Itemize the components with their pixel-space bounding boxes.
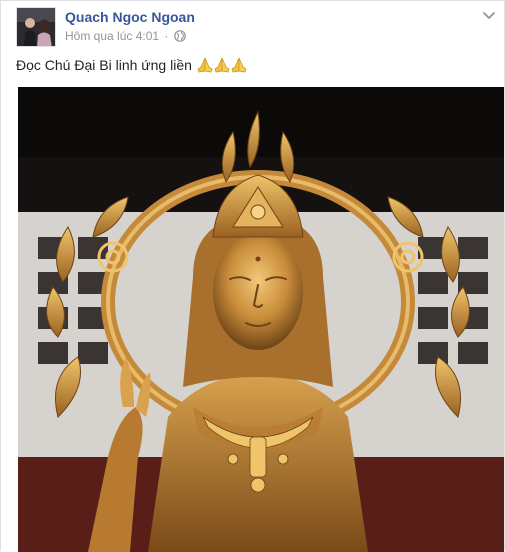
post-meta: Hôm qua lúc 4:01 · [65, 29, 186, 43]
globe-icon[interactable] [173, 30, 186, 42]
folded-hands-icon [231, 57, 247, 76]
meta-separator: · [164, 29, 169, 43]
feed-post: Quach Ngoc Ngoan Hôm qua lúc 4:01 · Đọc … [0, 0, 505, 552]
avatar[interactable] [16, 7, 56, 47]
folded-hands-icon [214, 57, 230, 76]
post-timestamp[interactable]: Hôm qua lúc 4:01 [65, 29, 159, 43]
post-photo[interactable] [18, 87, 504, 552]
author-name[interactable]: Quach Ngoc Ngoan [65, 9, 195, 25]
folded-hands-icon [197, 57, 213, 76]
chevron-down-icon[interactable] [482, 9, 496, 21]
post-message: Đọc Chú Đại Bi linh ứng liền [16, 57, 247, 76]
post-message-text: Đọc Chú Đại Bi linh ứng liền [16, 57, 192, 73]
